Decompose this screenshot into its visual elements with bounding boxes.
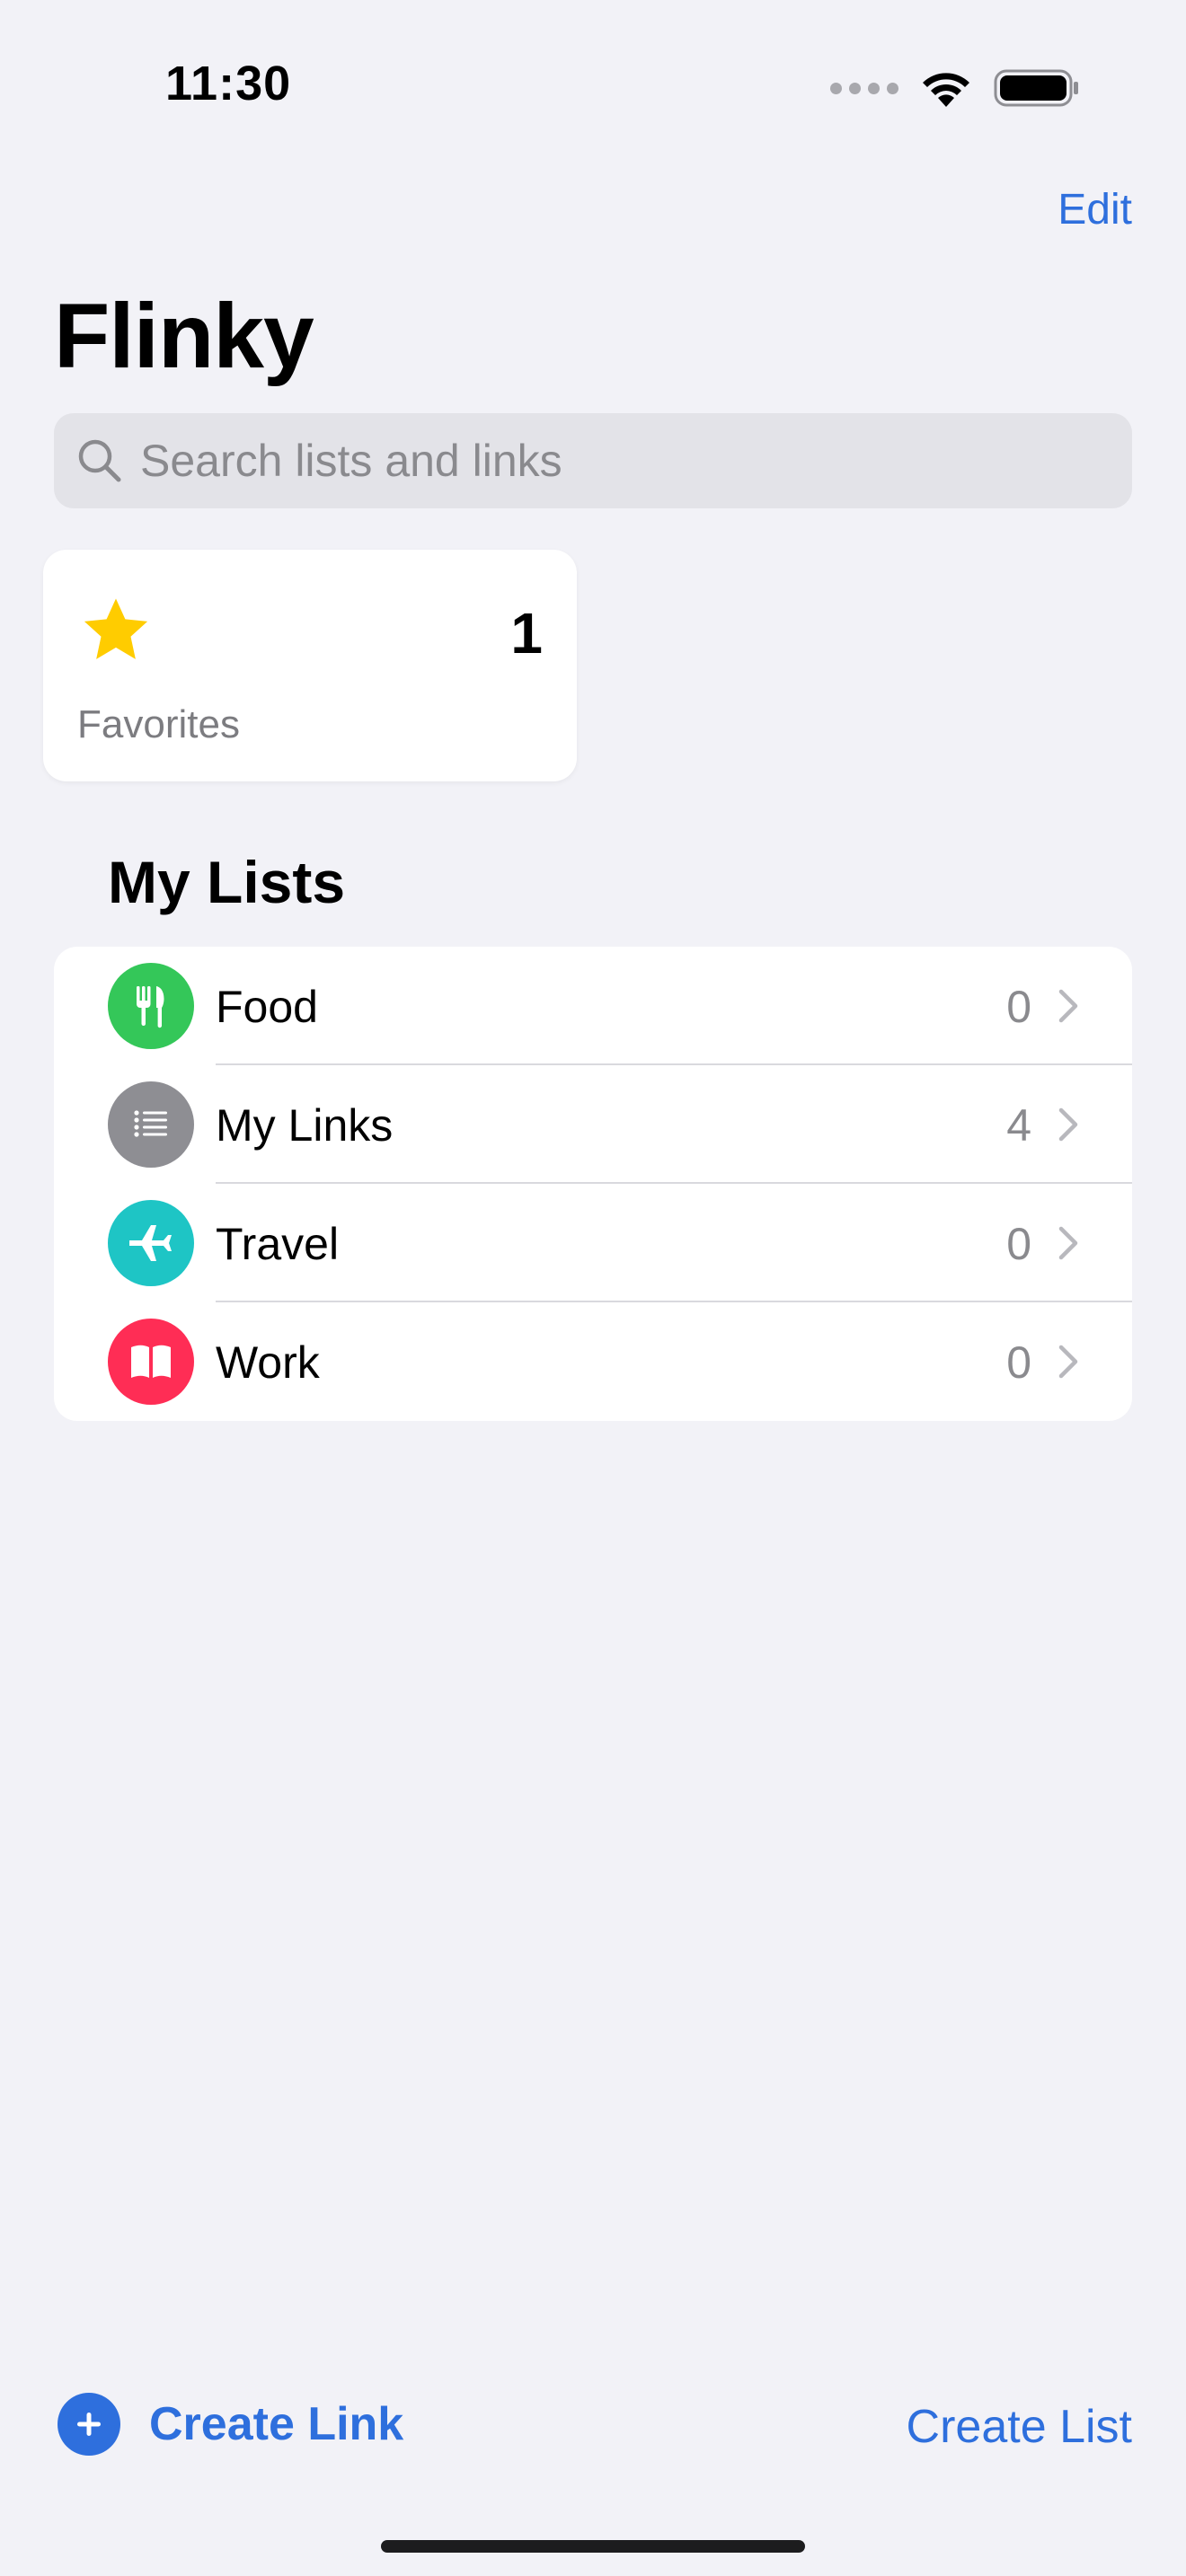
wifi-icon	[923, 73, 969, 107]
list-row-label: Food	[216, 982, 318, 1032]
book-icon	[108, 1319, 194, 1405]
page-title: Flinky	[54, 285, 314, 387]
list-row-count: 0	[1006, 1219, 1031, 1269]
create-link-button[interactable]: Create Link	[58, 2393, 403, 2456]
list-row-count: 4	[1006, 1100, 1031, 1151]
list-icon	[108, 1081, 194, 1168]
plus-circle-icon	[58, 2393, 120, 2456]
battery-icon	[994, 69, 1078, 107]
cellular-signal-icon	[830, 82, 898, 94]
list-row-count: 0	[1006, 982, 1031, 1032]
edit-button[interactable]: Edit	[1058, 185, 1132, 234]
list-row-label: My Links	[216, 1100, 394, 1151]
status-icons	[830, 63, 1080, 113]
search-input[interactable]	[138, 434, 1094, 488]
list-row-food[interactable]: Food 0	[54, 947, 1132, 1065]
favorites-count: 1	[510, 601, 543, 666]
favorites-label: Favorites	[77, 702, 240, 746]
chevron-right-icon	[1058, 1345, 1078, 1379]
airplane-icon	[108, 1200, 194, 1286]
favorites-card[interactable]: 1 Favorites	[43, 550, 577, 781]
fork-knife-icon	[108, 963, 194, 1049]
chevron-right-icon	[1058, 989, 1078, 1023]
chevron-right-icon	[1058, 1226, 1078, 1260]
section-title: My Lists	[108, 849, 346, 915]
list-row-label: Work	[216, 1337, 320, 1388]
search-bar[interactable]	[54, 413, 1132, 508]
chevron-right-icon	[1058, 1107, 1078, 1142]
lists-group: Food 0 My Links 4 Travel 0 Work 0	[54, 947, 1132, 1421]
list-row-work[interactable]: Work 0	[54, 1302, 1132, 1421]
status-time: 11:30	[165, 57, 292, 110]
search-icon	[74, 435, 126, 487]
list-row-count: 0	[1006, 1337, 1031, 1388]
create-list-button[interactable]: Create List	[907, 2400, 1132, 2454]
list-row-my-links[interactable]: My Links 4	[54, 1065, 1132, 1184]
list-row-label: Travel	[216, 1219, 340, 1269]
star-icon	[84, 598, 148, 659]
list-row-travel[interactable]: Travel 0	[54, 1184, 1132, 1302]
home-indicator	[381, 2540, 805, 2553]
create-link-label: Create Link	[149, 2398, 404, 2450]
